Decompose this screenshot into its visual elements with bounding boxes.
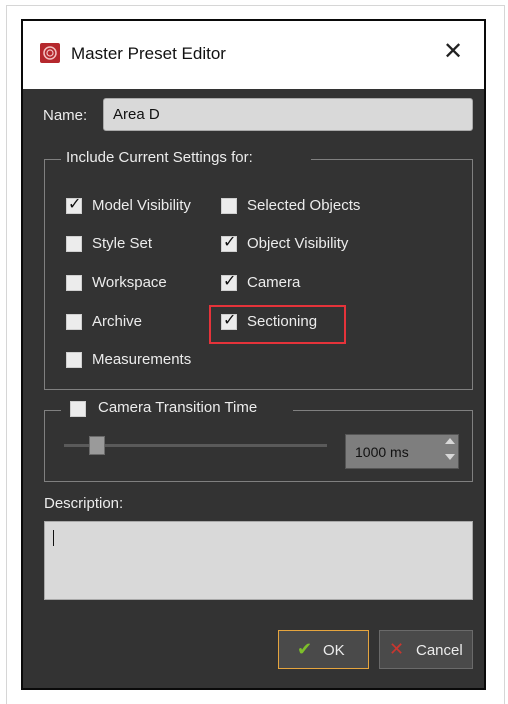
name-label: Name: [43,107,88,124]
checkbox-camera-transition[interactable] [70,401,86,417]
checkbox-measurements[interactable] [66,352,82,368]
text-caret [53,530,54,546]
checkbox-selected-objects[interactable] [221,198,237,214]
app-logo-icon [40,43,60,63]
ok-button[interactable]: ✔ OK [278,630,369,669]
checkbox-workspace[interactable] [66,275,82,291]
option-label: Model Visibility [92,197,191,214]
camera-transition-legend: Camera Transition Time [98,399,258,416]
description-label: Description: [44,495,124,512]
master-preset-editor-dialog: Master Preset Editor ✕ Name: Area D Incl… [21,19,486,690]
transition-time-value[interactable]: 1000 ms [355,444,409,460]
dialog-title: Master Preset Editor [71,44,226,63]
option-label: Camera [247,274,301,291]
cancel-x-icon: ✕ [389,639,405,659]
transition-time-spinbox[interactable]: 1000 ms [345,434,459,469]
ok-label: OK [323,642,345,659]
sectioning-highlight-box [209,305,346,344]
checkbox-camera[interactable]: ✓ [221,273,237,291]
checkbox-object-visibility[interactable]: ✓ [221,234,237,252]
title-bar: Master Preset Editor ✕ [23,21,484,89]
checkbox-model-visibility[interactable]: ✓ [66,196,82,214]
close-icon[interactable]: ✕ [438,37,468,67]
option-label: Measurements [92,351,192,368]
spin-up-icon[interactable] [445,438,455,444]
description-textarea[interactable] [44,521,473,600]
checkbox-style-set[interactable] [66,236,82,252]
option-label: Archive [92,313,143,330]
option-label: Workspace [92,274,167,291]
checkbox-archive[interactable] [66,314,82,330]
cancel-button[interactable]: ✕ Cancel [379,630,473,669]
cancel-label: Cancel [416,642,463,659]
option-label: Selected Objects [247,197,361,214]
transition-slider-thumb[interactable] [89,436,105,455]
option-label: Object Visibility [247,235,349,252]
name-input[interactable]: Area D [103,98,473,131]
include-settings-legend: Include Current Settings for: [66,149,253,166]
option-label: Style Set [92,235,153,252]
checkmark-icon: ✔ [297,639,313,659]
spin-down-icon[interactable] [445,454,455,460]
